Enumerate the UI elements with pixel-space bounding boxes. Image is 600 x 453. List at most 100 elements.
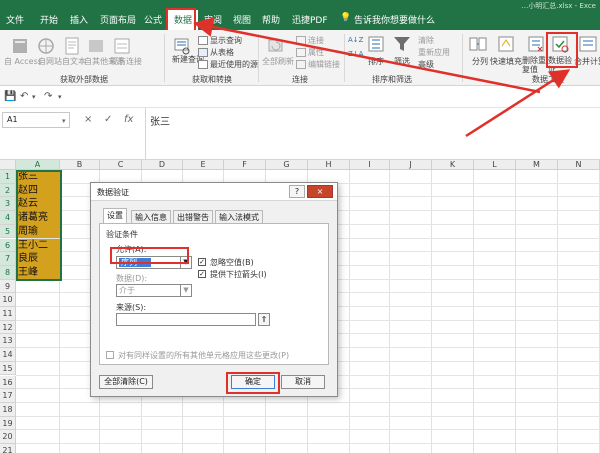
column-header[interactable]: H bbox=[308, 160, 350, 170]
reapply-button[interactable]: 重新应用 bbox=[418, 47, 450, 58]
row-header[interactable]: 13 bbox=[0, 334, 16, 349]
column-header[interactable]: L bbox=[474, 160, 516, 170]
clear-filter-button[interactable]: 清除 bbox=[418, 35, 434, 46]
row-header[interactable]: 4 bbox=[0, 211, 16, 225]
recent-sources-button[interactable]: 最近使用的源 bbox=[210, 59, 258, 70]
properties-button[interactable]: 属性 bbox=[308, 47, 324, 58]
flash-fill-button[interactable]: 快速填充 bbox=[490, 56, 522, 67]
column-header[interactable]: K bbox=[432, 160, 474, 170]
help-button[interactable]: ? bbox=[289, 185, 305, 198]
tab-settings[interactable]: 设置 bbox=[103, 208, 127, 224]
select-all-corner[interactable] bbox=[0, 160, 16, 170]
lightbulb-icon: 💡 bbox=[340, 13, 352, 23]
row-header[interactable]: 21 bbox=[0, 444, 16, 453]
undo-icon[interactable]: ↶ bbox=[20, 91, 28, 102]
show-queries-button[interactable]: 显示查询 bbox=[210, 35, 242, 46]
column-header[interactable]: N bbox=[558, 160, 600, 170]
sort-ascending-button[interactable]: A↓Z bbox=[348, 36, 363, 44]
sort-descending-button[interactable]: Z↓A bbox=[348, 50, 363, 58]
data-select[interactable]: 介于 ▼ bbox=[116, 284, 192, 297]
from-access-button[interactable]: 自 Access bbox=[4, 56, 42, 67]
formula-input[interactable]: 张三 bbox=[150, 113, 170, 128]
row-header[interactable]: 10 bbox=[0, 293, 16, 307]
from-web-button[interactable]: 自网站 bbox=[38, 56, 62, 67]
clear-all-button[interactable]: 全部清除(C) bbox=[99, 375, 153, 389]
edit-links-button[interactable]: 编辑链接 bbox=[308, 59, 340, 70]
row-header[interactable]: 18 bbox=[0, 402, 16, 417]
row-header[interactable]: 17 bbox=[0, 389, 16, 403]
row-header[interactable]: 3 bbox=[0, 197, 16, 212]
row-header[interactable]: 16 bbox=[0, 375, 16, 390]
row-header[interactable]: 5 bbox=[0, 224, 16, 239]
source-input[interactable] bbox=[116, 313, 256, 326]
column-header[interactable]: J bbox=[390, 160, 432, 170]
name-box-dropdown-icon[interactable]: ▾ bbox=[62, 117, 66, 125]
text-to-columns-button[interactable]: 分列 bbox=[472, 56, 488, 67]
dropdown-checkbox[interactable]: ✓ bbox=[198, 270, 206, 278]
recent-sources-icon bbox=[198, 60, 208, 69]
column-header[interactable]: C bbox=[100, 160, 142, 170]
row-header[interactable]: 12 bbox=[0, 320, 16, 335]
filter-button[interactable]: 筛选 bbox=[394, 56, 410, 67]
save-icon[interactable]: 💾 bbox=[4, 91, 16, 102]
row-header[interactable]: 7 bbox=[0, 252, 16, 266]
tab-ime-mode[interactable]: 输入法模式 bbox=[215, 210, 263, 223]
column-header[interactable]: M bbox=[516, 160, 558, 170]
remove-duplicates-button[interactable]: 删除重复值 bbox=[522, 56, 548, 74]
tell-me-box[interactable]: 告诉我你想要做什么 bbox=[354, 13, 435, 26]
column-header[interactable]: A bbox=[16, 160, 60, 170]
group-label-connections: 连接 bbox=[292, 75, 308, 84]
tab-xunjie-pdf[interactable]: 迅捷PDF bbox=[292, 13, 328, 26]
row-header[interactable]: 15 bbox=[0, 361, 16, 376]
undo-dropdown-icon[interactable]: ▾ bbox=[32, 93, 36, 101]
grid-line bbox=[473, 170, 474, 453]
tab-home[interactable]: 开始 bbox=[40, 13, 58, 26]
collapse-range-icon[interactable]: ⇑ bbox=[258, 313, 270, 326]
row-header[interactable]: 2 bbox=[0, 183, 16, 198]
row-header[interactable]: 11 bbox=[0, 307, 16, 321]
cancel-button[interactable]: 取消 bbox=[281, 375, 325, 389]
existing-connections-button[interactable]: 现有连接 bbox=[110, 56, 142, 67]
name-box[interactable]: A1 bbox=[2, 112, 70, 128]
tab-help[interactable]: 帮助 bbox=[262, 13, 280, 26]
tab-error-alert[interactable]: 出错警告 bbox=[173, 210, 213, 223]
cancel-entry-icon[interactable]: × bbox=[84, 114, 92, 125]
column-header[interactable]: B bbox=[60, 160, 100, 170]
advanced-filter-button[interactable]: 高级 bbox=[418, 59, 434, 70]
tab-input-message[interactable]: 输入信息 bbox=[131, 210, 171, 223]
tab-insert[interactable]: 插入 bbox=[70, 13, 88, 26]
data-label: 数据(D): bbox=[116, 274, 148, 283]
tab-page-layout[interactable]: 页面布局 bbox=[100, 13, 136, 26]
from-text-button[interactable]: 自文本 bbox=[62, 56, 86, 67]
column-header[interactable]: I bbox=[350, 160, 390, 170]
row-header[interactable]: 8 bbox=[0, 265, 16, 280]
row-header[interactable]: 19 bbox=[0, 416, 16, 431]
tab-view[interactable]: 视图 bbox=[233, 13, 251, 26]
tab-file[interactable]: 文件 bbox=[6, 13, 24, 26]
from-table-button[interactable]: 从表格 bbox=[210, 47, 234, 58]
tab-review[interactable]: 审阅 bbox=[204, 13, 222, 26]
filter-icon bbox=[394, 37, 410, 51]
row-header[interactable]: 6 bbox=[0, 238, 16, 253]
edit-links-icon bbox=[296, 60, 306, 69]
sort-button[interactable]: 排序 bbox=[368, 56, 384, 67]
connections-button[interactable]: 连接 bbox=[308, 35, 324, 46]
customize-toolbar-icon[interactable]: ▾ bbox=[58, 93, 62, 101]
row-header[interactable]: 1 bbox=[0, 170, 16, 184]
apply-all-checkbox[interactable] bbox=[106, 351, 114, 359]
column-header[interactable]: F bbox=[224, 160, 266, 170]
column-header[interactable]: D bbox=[142, 160, 183, 170]
enter-entry-icon[interactable]: ✓ bbox=[104, 114, 112, 125]
row-header[interactable]: 14 bbox=[0, 348, 16, 362]
ignore-blank-checkbox[interactable]: ✓ bbox=[198, 258, 206, 266]
tab-formulas[interactable]: 公式 bbox=[144, 13, 162, 26]
redo-icon[interactable]: ↷ bbox=[44, 91, 52, 102]
column-header[interactable]: G bbox=[266, 160, 308, 170]
refresh-all-button[interactable]: 全部刷新 bbox=[262, 56, 294, 67]
close-button[interactable]: × bbox=[307, 185, 333, 198]
column-header[interactable]: E bbox=[183, 160, 224, 170]
row-header[interactable]: 9 bbox=[0, 279, 16, 294]
row-header[interactable]: 20 bbox=[0, 430, 16, 444]
insert-function-icon[interactable]: fx bbox=[124, 114, 133, 125]
settings-panel: 验证条件 允许(A): 序列 ▼ ✓ 忽略空值(B) ✓ 提供下拉箭头(I) 数… bbox=[99, 223, 329, 365]
